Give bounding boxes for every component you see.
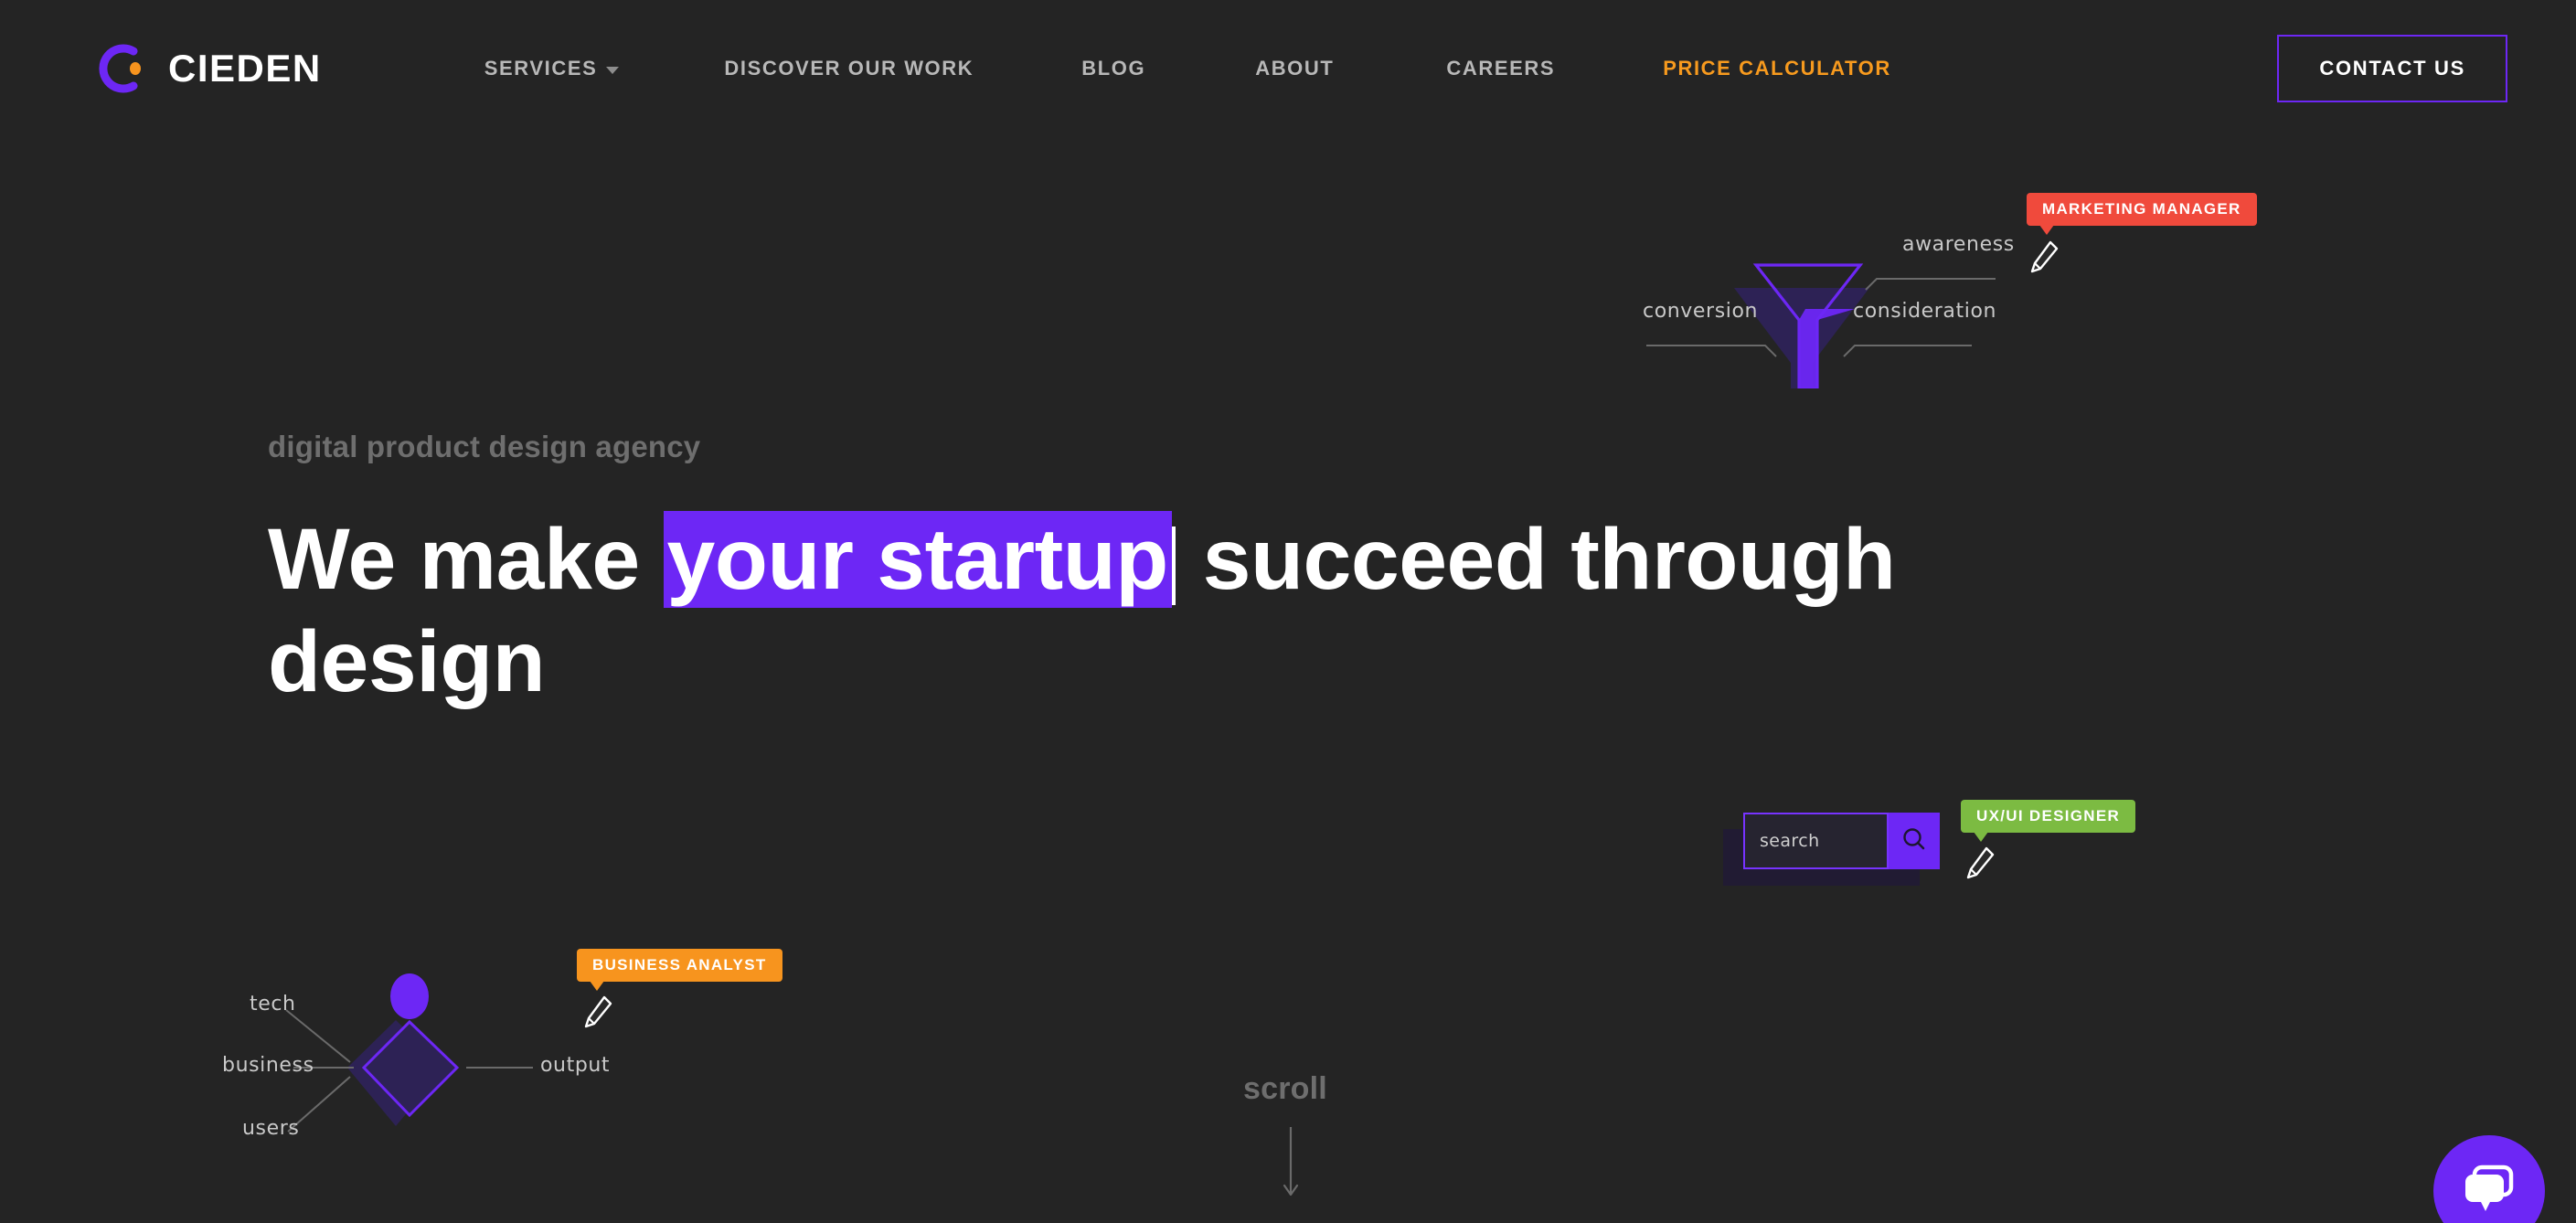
chat-widget-button[interactable] (2433, 1135, 2545, 1223)
nav-item-careers[interactable]: CAREERS (1446, 57, 1555, 80)
nav-item-label: BLOG (1081, 57, 1146, 80)
role-badge-business-analyst: BUSINESS ANALYST (577, 949, 782, 991)
search-widget-illustration: search UX/UI DESIGNER (1723, 791, 2180, 955)
headline-part-1: We make (268, 511, 664, 608)
nav-item-label: ABOUT (1255, 57, 1335, 80)
nav-item-discover-our-work[interactable]: DISCOVER OUR WORK (724, 57, 974, 80)
nav-item-about[interactable]: ABOUT (1255, 57, 1334, 80)
nav-item-label: CAREERS (1446, 57, 1556, 80)
hero-section: digital product design agency We make yo… (268, 430, 2096, 713)
chat-bubbles-icon (2460, 1162, 2518, 1221)
analyst-label-business: business (222, 1054, 314, 1077)
nav-item-label: DISCOVER OUR WORK (724, 57, 974, 80)
site-header: CIEDEN SERVICES DISCOVER OUR WORK BLOG A… (0, 0, 2576, 137)
funnel-label-consideration: consideration (1853, 300, 1997, 323)
logo[interactable]: CIEDEN (91, 40, 322, 97)
analyst-label-output: output (540, 1054, 611, 1077)
scroll-indicator[interactable]: scroll (1243, 1071, 1426, 1216)
hero-headline: We make your startup succeed through des… (268, 508, 2078, 713)
text-caret-icon (1171, 526, 1176, 605)
funnel-label-conversion: conversion (1643, 300, 1759, 323)
hero-tagline: digital product design agency (268, 430, 701, 463)
cieden-c-logo-icon (91, 40, 148, 97)
search-input[interactable]: search (1743, 813, 1889, 869)
magnifier-icon (1900, 825, 1928, 857)
search-box: search (1743, 813, 1940, 869)
search-input-placeholder: search (1760, 831, 1820, 851)
role-badge-marketing-manager: MARKETING MANAGER (2027, 193, 2257, 235)
nav-item-price-calculator[interactable]: PRICE CALCULATOR (1663, 57, 1891, 80)
pencil-cursor-icon (1964, 845, 1996, 885)
pencil-cursor-icon (2028, 239, 2060, 279)
nav-item-label: PRICE CALCULATOR (1663, 57, 1891, 80)
role-badge-ux-ui-designer: UX/UI DESIGNER (1961, 800, 2136, 842)
marketing-funnel-illustration: awareness consideration conversion MARKE… (1595, 187, 2257, 388)
main-navigation: SERVICES DISCOVER OUR WORK BLOG ABOUT CA… (484, 57, 1891, 80)
pencil-cursor-icon (582, 994, 613, 1034)
headline-highlight: your startup (663, 511, 1172, 608)
contact-us-button[interactable]: CONTACT US (2277, 35, 2507, 102)
search-submit-button[interactable] (1889, 813, 1940, 869)
business-analyst-illustration: tech business users output BUSINESS ANAL… (187, 932, 791, 1197)
logo-text: CIEDEN (168, 47, 322, 90)
nav-item-services[interactable]: SERVICES (484, 57, 620, 80)
nav-item-blog[interactable]: BLOG (1081, 57, 1145, 80)
chevron-down-icon (606, 66, 620, 74)
analyst-label-users: users (242, 1117, 300, 1140)
analyst-label-tech: tech (250, 993, 296, 1016)
arrow-down-icon (1243, 1127, 1336, 1215)
funnel-label-awareness: awareness (1902, 233, 2015, 256)
nav-item-label: SERVICES (484, 57, 598, 80)
scroll-label: scroll (1243, 1071, 1327, 1106)
